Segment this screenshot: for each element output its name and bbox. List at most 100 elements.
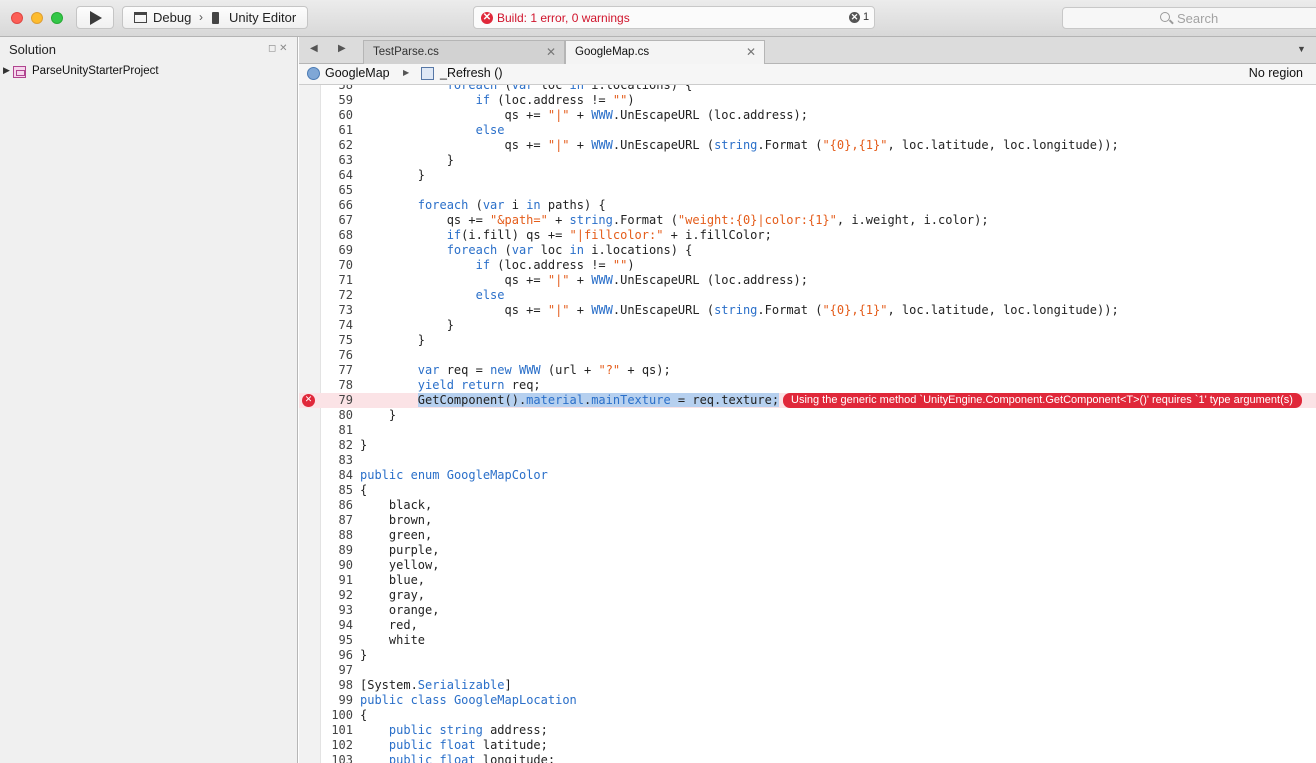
code-line[interactable]: 90 yellow, [299,558,1316,573]
code-line[interactable]: 76 [299,348,1316,363]
code-line[interactable]: 68 if(i.fill) qs += "|fillcolor:" + i.fi… [299,228,1316,243]
close-icon[interactable]: ✕ [546,45,556,59]
code-line[interactable]: 80 } [299,408,1316,423]
tab-label: GoogleMap.cs [575,46,650,58]
configuration-selector[interactable]: Debug › Unity Editor [122,6,308,29]
line-code: } [360,153,454,167]
path-region[interactable]: No region [1249,66,1303,80]
code-line[interactable]: 91 blue, [299,573,1316,588]
window-zoom-button[interactable] [51,12,63,24]
code-line[interactable]: 85 { [299,483,1316,498]
code-line[interactable]: 70 if (loc.address != "") [299,258,1316,273]
code-line[interactable]: 74 } [299,318,1316,333]
line-code: gray, [360,588,426,602]
code-line[interactable]: 97 [299,663,1316,678]
line-code: yield return req; [417,378,541,392]
error-marker-icon[interactable]: ✕ [302,394,315,407]
code-line[interactable]: 92 gray, [299,588,1316,603]
code-line[interactable]: 102 public float latitude; [299,738,1316,753]
code-line[interactable]: 67 qs += "&path=" + string.Format ("weig… [299,213,1316,228]
tab-testparse[interactable]: TestParse.cs ✕ [363,40,565,64]
code-line[interactable]: 101 public string address; [299,723,1316,738]
line-number: 92 [338,588,353,602]
solution-pad: Solution ◻ ✕ ▶ ParseUnityStarterProject [0,37,298,763]
window-minimize-button[interactable] [31,12,43,24]
line-number: 74 [338,318,353,332]
line-code: { [360,708,368,722]
line-code: public float latitude; [388,738,548,752]
code-line[interactable]: ✕ 79 GetComponent().material.mainTexture … [299,393,1316,408]
disclosure-triangle-icon[interactable]: ▶ [3,65,10,76]
search-input[interactable]: Search [1062,7,1316,29]
line-number: 102 [331,738,353,752]
code-line[interactable]: 73 qs += "|" + WWW.UnEscapeURL (string.F… [299,303,1316,318]
code-line[interactable]: 66 foreach (var i in paths) { [299,198,1316,213]
window-close-button[interactable] [11,12,23,24]
navigate-forward-icon[interactable]: ▶ [338,43,346,54]
code-line[interactable]: 60 qs += "|" + WWW.UnEscapeURL (loc.addr… [299,108,1316,123]
code-line[interactable]: 98 [System.Serializable] [299,678,1316,693]
line-number: 93 [338,603,353,617]
code-line[interactable]: 77 var req = new WWW (url + "?" + qs); [299,363,1316,378]
method-icon [421,67,434,80]
code-line[interactable]: 94 red, [299,618,1316,633]
code-line[interactable]: 81 [299,423,1316,438]
line-code: red, [360,618,418,632]
error-icon: ✕ [481,12,493,24]
code-line[interactable]: 95 white [299,633,1316,648]
pad-controls[interactable]: ◻ ✕ [268,43,287,54]
close-icon[interactable]: ✕ [746,45,756,59]
tree-item-project[interactable]: ▶ ParseUnityStarterProject [0,64,296,82]
line-number: 78 [338,378,353,392]
path-bar: GoogleMap ▶ _Refresh () No region [299,64,1316,85]
line-number: 72 [338,288,353,302]
line-code: brown, [360,513,433,527]
line-number: 91 [338,573,353,587]
code-line[interactable]: 75 } [299,333,1316,348]
code-line[interactable]: 72 else [299,288,1316,303]
navigate-back-icon[interactable]: ◀ [310,43,318,54]
code-line[interactable]: 65 [299,183,1316,198]
code-line[interactable]: 78 yield return req; [299,378,1316,393]
code-line[interactable]: 83 [299,453,1316,468]
line-number: 98 [338,678,353,692]
code-line[interactable]: 82} [299,438,1316,453]
code-line[interactable]: 84 public enum GoogleMapColor [299,468,1316,483]
code-line[interactable]: 59 if (loc.address != "") [299,93,1316,108]
line-number: 81 [338,423,353,437]
code-line[interactable]: 89 purple, [299,543,1316,558]
line-number: 59 [338,93,353,107]
code-line[interactable]: 58 foreach (var loc in i.locations) { [299,85,1316,93]
run-button[interactable] [76,6,114,29]
build-status-area[interactable]: ✕ Build: 1 error, 0 warnings ✕ 1 [473,6,875,29]
code-line[interactable]: 99 public class GoogleMapLocation [299,693,1316,708]
tab-googlemap[interactable]: GoogleMap.cs ✕ [565,40,765,64]
tab-overflow-icon[interactable]: ▼ [1297,44,1306,54]
code-line[interactable]: 62 qs += "|" + WWW.UnEscapeURL (string.F… [299,138,1316,153]
code-line[interactable]: 93 orange, [299,603,1316,618]
code-line[interactable]: 100 { [299,708,1316,723]
code-line[interactable]: 87 brown, [299,513,1316,528]
line-code: qs += "|" + WWW.UnEscapeURL (loc.address… [360,273,808,287]
code-line[interactable]: 63 } [299,153,1316,168]
code-line[interactable]: 61 else [299,123,1316,138]
code-editor[interactable]: 58 foreach (var loc in i.locations) {59 … [299,85,1316,763]
path-member[interactable]: _Refresh () [440,66,503,80]
code-line[interactable]: 71 qs += "|" + WWW.UnEscapeURL (loc.addr… [299,273,1316,288]
line-code: } [360,408,397,422]
code-line[interactable]: 96} [299,648,1316,663]
search-icon [1160,12,1170,22]
configuration-label: Debug [153,10,192,25]
code-line[interactable]: 88 green, [299,528,1316,543]
code-line[interactable]: 86 black, [299,498,1316,513]
code-line[interactable]: 64 } [299,168,1316,183]
error-count: 1 [863,11,870,23]
line-number: 61 [338,123,353,137]
path-class[interactable]: GoogleMap [325,66,390,80]
code-line[interactable]: 103 public float longitude; [299,753,1316,763]
error-bubble[interactable]: Using the generic method `UnityEngine.Co… [783,393,1302,408]
line-code: qs += "&path=" + string.Format ("weight:… [360,213,989,227]
line-code: foreach (var i in paths) { [417,198,606,212]
line-code: qs += "|" + WWW.UnEscapeURL (string.Form… [360,138,1119,152]
code-line[interactable]: 69 foreach (var loc in i.locations) { [299,243,1316,258]
